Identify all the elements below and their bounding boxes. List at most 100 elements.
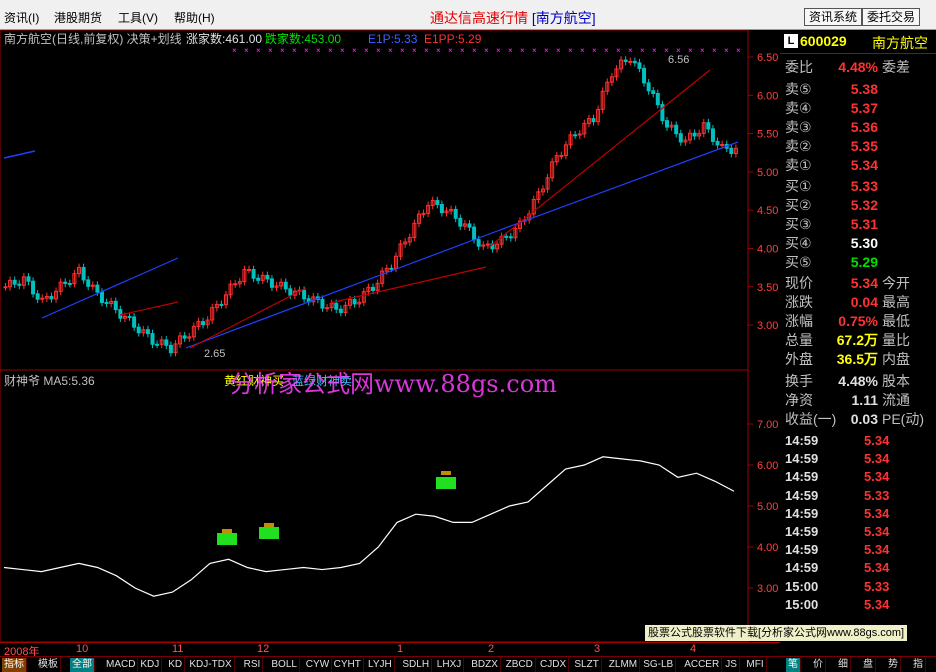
candle-body bbox=[67, 282, 72, 285]
quote-row: 卖④ 5.37 bbox=[780, 99, 936, 118]
signal-mark: × bbox=[664, 46, 669, 55]
indicator-tab[interactable]: SLZT bbox=[572, 658, 602, 672]
side-tab[interactable]: 细 bbox=[836, 658, 851, 672]
indicator-tab[interactable]: SDLH bbox=[400, 658, 433, 672]
quote-row-label: 卖① bbox=[785, 157, 812, 173]
tick-price: 5.34 bbox=[864, 433, 890, 448]
indicator-tab[interactable]: KD bbox=[166, 658, 186, 672]
indicator-tab[interactable]: LYJH bbox=[366, 658, 395, 672]
indicator-tab[interactable]: CYW bbox=[304, 658, 333, 672]
candle-body bbox=[182, 335, 187, 339]
candle-body bbox=[559, 154, 564, 157]
indicator-tab[interactable]: CJDX bbox=[538, 658, 570, 672]
candle-body bbox=[715, 140, 720, 146]
side-tab[interactable]: 笔 bbox=[786, 658, 801, 672]
candle-body bbox=[591, 118, 596, 123]
main-panel-frame bbox=[0, 30, 749, 371]
trade-button[interactable]: 委托交易 bbox=[862, 8, 921, 26]
quote-row-value: 36.5万 bbox=[836, 351, 878, 367]
candle-body bbox=[136, 326, 141, 334]
chart-area[interactable]: 南方航空(日线,前复权) 决策+划线 涨家数:461.00 跌家数:453.00… bbox=[0, 30, 780, 642]
indicator-tab[interactable]: SG-LB bbox=[641, 658, 677, 672]
side-tab[interactable]: 盘 bbox=[861, 658, 876, 672]
menu-tools[interactable]: 工具(V) bbox=[118, 9, 158, 26]
menu-info[interactable]: 资讯(I) bbox=[4, 9, 39, 26]
y-tick-label: 5.00 bbox=[757, 167, 778, 179]
indicator-tab[interactable]: MACD bbox=[104, 658, 139, 672]
y-tick-label: 5.00 bbox=[757, 501, 778, 513]
quote-row-right: 股本 bbox=[882, 373, 910, 389]
candle-body bbox=[389, 267, 394, 270]
candle-body bbox=[251, 269, 256, 279]
candle-body bbox=[99, 291, 104, 303]
indicator-tab[interactable]: KDJ bbox=[138, 658, 163, 672]
menu-help[interactable]: 帮助(H) bbox=[174, 9, 215, 26]
side-tab[interactable]: 指 bbox=[911, 658, 926, 672]
indicator-tab[interactable]: ZLMM bbox=[607, 658, 641, 672]
signal-mark: × bbox=[736, 46, 741, 55]
kline-chart-svg[interactable]: 南方航空(日线,前复权) 决策+划线 涨家数:461.00 跌家数:453.00… bbox=[0, 30, 780, 642]
signal-mark: × bbox=[232, 46, 237, 55]
signal-mark: × bbox=[448, 46, 453, 55]
indicator-tab[interactable]: ACCER bbox=[682, 658, 723, 672]
signal-mark: × bbox=[340, 46, 345, 55]
signal-mark: × bbox=[604, 46, 609, 55]
signal-mark: × bbox=[244, 46, 249, 55]
candle-body bbox=[435, 200, 440, 205]
candle-body bbox=[127, 315, 132, 318]
indicator-tab[interactable]: ZBCD bbox=[504, 658, 536, 672]
indicator-tab[interactable]: KDJ-TDX bbox=[187, 658, 235, 672]
quote-row: 买① 5.33 bbox=[780, 177, 936, 196]
tick-row: 14:59 5.34 bbox=[780, 431, 936, 450]
quote-row-label: 总量 bbox=[785, 332, 813, 348]
x-axis-label: 3 bbox=[594, 643, 601, 655]
side-tab[interactable]: 势 bbox=[886, 658, 901, 672]
quote-row-value: 0.04 bbox=[850, 294, 878, 310]
stock-code: 600029 bbox=[800, 33, 847, 49]
indicator-tab[interactable]: JS bbox=[723, 658, 740, 672]
signal-mark: × bbox=[460, 46, 465, 55]
indicator-tabs: 指标 模板 全部 MACD KDJ KD KDJ-TDX RSI BOLL CYW CYHT LYJH… bbox=[0, 656, 936, 672]
candle-body bbox=[164, 339, 169, 346]
trendline-blue-2 bbox=[185, 229, 501, 349]
ad-banner[interactable]: 股票公式股票软件下载[分析家公式网www.88gs.com] bbox=[645, 625, 908, 641]
signal-mark: × bbox=[268, 46, 273, 55]
candle-body bbox=[573, 134, 578, 137]
indicator-tab[interactable]: 全部 bbox=[70, 658, 95, 672]
indicator-tab[interactable]: LHXJ bbox=[435, 658, 465, 672]
up-count: 涨家数:461.00 bbox=[186, 31, 262, 46]
candle-body bbox=[269, 278, 274, 288]
quote-row-label: 净资 bbox=[785, 392, 813, 408]
tick-row: 14:59 5.34 bbox=[780, 522, 936, 541]
watermark: 分析家公式网www.88gs.com bbox=[230, 370, 557, 398]
main-label: 南方航空(日线,前复权) 决策+划线 bbox=[4, 31, 182, 46]
signal-mark: × bbox=[724, 46, 729, 55]
quote-row-label: 卖⑤ bbox=[785, 81, 812, 97]
indicator-tab[interactable]: 指标 bbox=[2, 658, 27, 672]
indicator-tab[interactable]: BDZX bbox=[469, 658, 501, 672]
indicator-tab[interactable]: BOLL bbox=[269, 658, 300, 672]
signal-mark: × bbox=[304, 46, 309, 55]
indicator-tab[interactable]: MFI bbox=[744, 658, 767, 672]
signal-mark: × bbox=[676, 46, 681, 55]
menu-bar: 资讯(I) 港股期货 工具(V) 帮助(H) 通达信高速行情 [南方航空] 资讯… bbox=[0, 0, 936, 30]
quote-row-value: 5.37 bbox=[850, 100, 878, 116]
candle-body bbox=[201, 321, 206, 326]
signal-mark: × bbox=[256, 46, 261, 55]
info-system-button[interactable]: 资讯系统 bbox=[804, 8, 863, 26]
tick-price: 5.34 bbox=[864, 505, 890, 521]
y-tick-label: 6.50 bbox=[757, 52, 778, 64]
menu-hk-futures[interactable]: 港股期货 bbox=[54, 9, 102, 26]
indicator-tab[interactable]: 模板 bbox=[36, 658, 61, 672]
quote-row-value: 5.36 bbox=[850, 119, 878, 135]
quote-row-right: PE(动) bbox=[882, 411, 924, 427]
side-tab[interactable]: 价 bbox=[811, 658, 826, 672]
candle-body bbox=[338, 308, 343, 313]
indicator-tab[interactable]: RSI bbox=[242, 658, 264, 672]
indicator-tab[interactable]: CYHT bbox=[332, 658, 364, 672]
candle-body bbox=[63, 281, 68, 284]
tick-time: 15:00 bbox=[785, 578, 819, 594]
candle-body bbox=[674, 124, 679, 135]
x-axis-label: 11 bbox=[172, 643, 184, 655]
x-axis-label: 4 bbox=[690, 643, 697, 655]
